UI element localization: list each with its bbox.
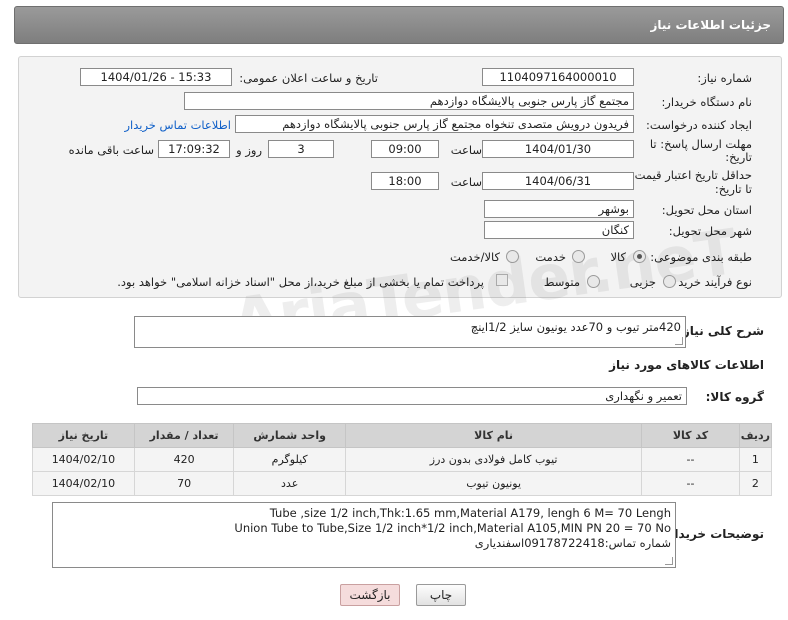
table-row: 2 -- یونیون تیوب عدد 70 1404/02/10 <box>32 471 773 496</box>
need-number-label: شماره نیاز: <box>697 71 752 85</box>
need-number-field: 1104097164000010 <box>482 68 634 86</box>
cell-qty: 70 <box>133 471 235 496</box>
col-unit: واحد شمارش <box>233 423 346 448</box>
remaining-label: ساعت باقی مانده <box>68 143 154 157</box>
resize-grip-icon[interactable] <box>675 337 683 345</box>
announce-datetime-field: 1404/01/26 - 15:33 <box>80 68 232 86</box>
buyer-notes-line-2: Union Tube to Tube,Size 1/2 inch*1/2 inc… <box>234 521 671 535</box>
goods-table: ردیف کد کالا نام کالا واحد شمارش تعداد /… <box>32 423 773 496</box>
buyer-contact-link[interactable]: اطلاعات تماس خریدار <box>124 118 231 132</box>
category-radio-goods[interactable] <box>633 250 646 263</box>
buyer-notes-label: توضیحات خریدار: <box>662 527 764 541</box>
page-header: جزئیات اطلاعات نیاز <box>14 6 784 44</box>
summary-text: 420متر تیوب و 70عدد یونیون سایز 1/2اینچ <box>470 320 681 334</box>
treasury-payment-note: پرداخت تمام یا بخشی از مبلغ خرید،از محل … <box>117 275 484 289</box>
deadline-time-field: 09:00 <box>371 140 439 158</box>
goods-group-label: گروه کالا: <box>705 390 764 404</box>
province-label: استان محل تحویل: <box>661 203 752 217</box>
category-option-goods-service: کالا/خدمت <box>449 250 500 264</box>
cell-date: 1404/02/10 <box>32 471 135 496</box>
col-name: نام کالا <box>344 423 643 448</box>
creator-field: فریدون درویش متصدی تنخواه مجتمع گاز پارس… <box>235 115 634 133</box>
buyer-notes-line-1: Tube ,size 1/2 inch,Thk:1.65 mm,Material… <box>269 506 671 520</box>
category-option-goods: کالا <box>610 250 626 264</box>
col-qty: تعداد / مقدار <box>133 423 235 448</box>
deadline-label-date: تاریخ: <box>725 150 752 164</box>
category-label: طبقه بندی موضوعی: <box>650 250 752 264</box>
summary-textarea[interactable]: 420متر تیوب و 70عدد یونیون سایز 1/2اینچ <box>134 316 686 348</box>
resize-grip-icon[interactable] <box>665 557 673 565</box>
process-radio-medium[interactable] <box>587 275 600 288</box>
cell-qty: 420 <box>133 447 235 472</box>
cell-row: 1 <box>738 447 773 472</box>
cell-unit: عدد <box>233 471 346 496</box>
cell-name: تیوب کامل فولادی بدون درز <box>344 447 643 472</box>
buyer-notes-line-3: شماره تماس:09178722418اسفندیاری <box>474 536 671 550</box>
cell-code: -- <box>641 447 740 472</box>
deadline-date-field: 1404/01/30 <box>482 140 634 158</box>
process-option-medium: متوسط <box>543 275 580 289</box>
remaining-days-field: 3 <box>268 140 334 158</box>
city-field: کنگان <box>484 221 634 239</box>
city-label: شهر محل تحویل: <box>668 224 752 238</box>
deadline-label: مهلت ارسال پاسخ: تا <box>649 137 752 151</box>
category-radio-service[interactable] <box>572 250 585 263</box>
col-row: ردیف <box>738 423 773 448</box>
buyer-notes-textarea[interactable]: Tube ,size 1/2 inch,Thk:1.65 mm,Material… <box>52 502 676 568</box>
table-row: 1 -- تیوب کامل فولادی بدون درز کیلوگرم 4… <box>32 447 773 472</box>
goods-section-title: اطلاعات کالاهای مورد نیاز <box>609 358 764 372</box>
summary-label: شرح کلی نیاز: <box>678 324 764 338</box>
process-option-minor: جزیی <box>629 275 656 289</box>
col-code: کد کالا <box>641 423 740 448</box>
validity-time-field: 18:00 <box>371 172 439 190</box>
cell-date: 1404/02/10 <box>32 447 135 472</box>
deadline-time-label: ساعت <box>450 143 482 157</box>
cell-unit: کیلوگرم <box>233 447 346 472</box>
buyer-org-label: نام دستگاه خریدار: <box>661 95 752 109</box>
validity-label: حداقل تاریخ اعتبار قیمت: <box>630 168 752 182</box>
validity-label-date: تا تاریخ: <box>714 182 752 196</box>
goods-group-field: تعمیر و نگهداری <box>137 387 687 405</box>
cell-row: 2 <box>738 471 773 496</box>
category-option-service: خدمت <box>535 250 566 264</box>
back-button[interactable]: بازگشت <box>340 584 400 606</box>
announce-label: تاریخ و ساعت اعلان عمومی: <box>239 71 378 85</box>
process-label: نوع فرآیند خرید : <box>670 275 752 289</box>
creator-label: ایجاد کننده درخواست: <box>646 118 752 132</box>
category-radio-goods-service[interactable] <box>506 250 519 263</box>
validity-time-label: ساعت <box>450 175 482 189</box>
treasury-payment-checkbox[interactable] <box>496 274 508 286</box>
remaining-time-field: 17:09:32 <box>158 140 230 158</box>
buyer-org-field: مجتمع گاز پارس جنوبی پالایشگاه دوازدهم <box>184 92 634 110</box>
validity-date-field: 1404/06/31 <box>482 172 634 190</box>
page-title: جزئیات اطلاعات نیاز <box>650 18 771 32</box>
goods-table-header: ردیف کد کالا نام کالا واحد شمارش تعداد /… <box>32 423 773 448</box>
cell-code: -- <box>641 471 740 496</box>
process-radio-minor[interactable] <box>663 275 676 288</box>
print-button[interactable]: چاپ <box>416 584 466 606</box>
cell-name: یونیون تیوب <box>344 471 643 496</box>
days-label: روز و <box>236 143 262 157</box>
col-date: تاریخ نیاز <box>32 423 135 448</box>
province-field: بوشهر <box>484 200 634 218</box>
